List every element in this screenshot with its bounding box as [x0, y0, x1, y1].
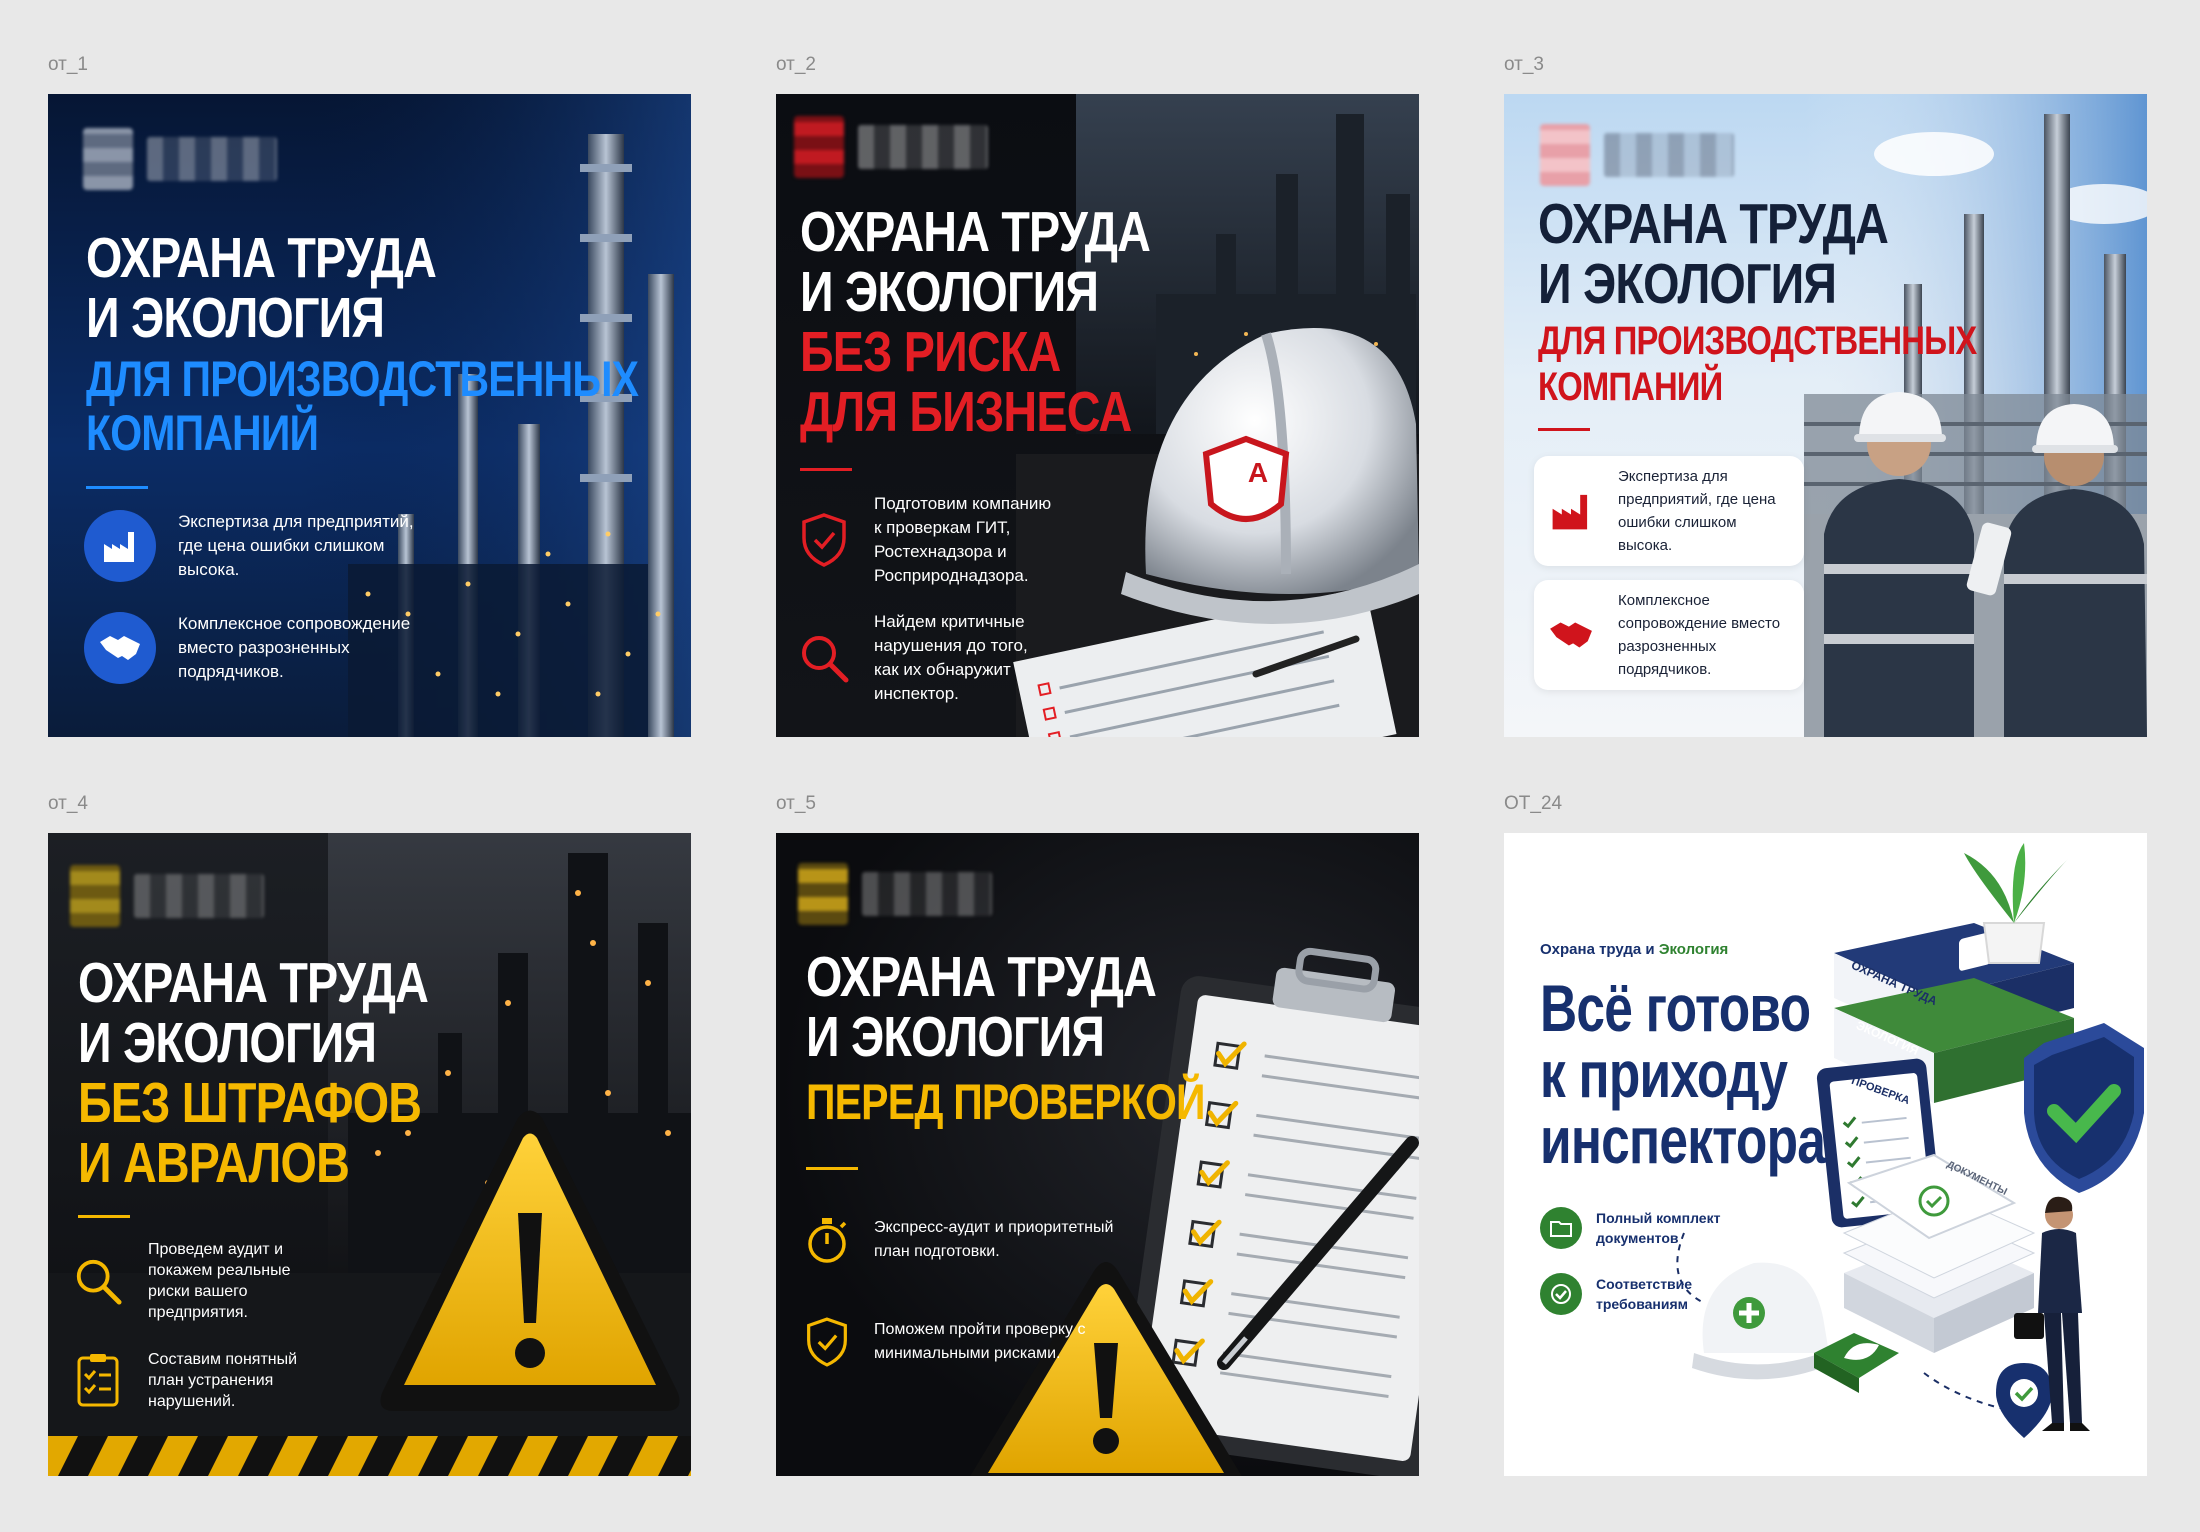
frame-ot4[interactable]: ОХРАНА ТРУДА И ЭКОЛОГИЯ БЕЗ ШТРАФОВ И АВ…: [48, 833, 691, 1476]
headline: ОХРАНА ТРУДА И ЭКОЛОГИЯ БЕЗ ШТРАФОВ И АВ…: [78, 951, 429, 1195]
checklist-icon: [70, 1345, 126, 1415]
shield-check-icon: [796, 505, 852, 575]
headline: ОХРАНА ТРУДА И ЭКОЛОГИЯ ПЕРЕД ПРОВЕРКОЙ: [806, 945, 1205, 1130]
frame-ot24[interactable]: ОХРАНА ТРУДА ЭКОЛОГИЯ ПРОВЕРКА ДОКУМЕНТЫ…: [1504, 833, 2147, 1476]
frame-label-ot24: ОТ_24: [1504, 793, 1563, 814]
frame-label-ot2: от_2: [776, 54, 816, 75]
kicker: Охрана труда и Экология: [1540, 941, 1729, 958]
feature-item: Экспертиза для предприятий, где цена оши…: [1534, 456, 1804, 566]
frame-label-ot3: от_3: [1504, 54, 1544, 75]
company-logo: [794, 116, 988, 178]
feature-item: Экспертиза для предприятий, где цена оши…: [84, 510, 438, 582]
divider: [806, 1167, 858, 1170]
frame-label-ot4: от_4: [48, 793, 88, 814]
company-logo: [1540, 124, 1734, 186]
frame-ot1[interactable]: ОХРАНА ТРУДА И ЭКОЛОГИЯ ДЛЯ ПРОИЗВОДСТВЕ…: [48, 94, 691, 737]
folder-icon: [1540, 1207, 1582, 1249]
feature-item: Составим понятный план устранения наруше…: [70, 1345, 308, 1415]
feature-item: Соответствие требованиям: [1540, 1273, 1736, 1315]
feature-item: Подготовим компанию к проверкам ГИТ, Рос…: [796, 492, 1054, 588]
divider: [78, 1215, 130, 1218]
handshake-icon: [84, 612, 156, 684]
magnifier-icon: [796, 623, 852, 693]
feature-item: Полный комплект документов: [1540, 1207, 1736, 1249]
feature-item: Найдем критичные нарушения до того, как …: [796, 610, 1044, 706]
headline: Всё готово к приходу инспектора: [1540, 971, 1826, 1177]
frame-label-ot1: от_1: [48, 54, 88, 75]
shield-check-icon: [802, 1307, 852, 1377]
headline: ОХРАНА ТРУДА И ЭКОЛОГИЯ ДЛЯ ПРОИЗВОДСТВЕ…: [1538, 192, 1977, 409]
feature-item: Комплексное сопровождение вместо разрозн…: [1534, 580, 1804, 690]
accent-headline: ДЛЯ ПРОИЗВОДСТВЕННЫХ: [1538, 319, 1977, 363]
frame-label-ot5: от_5: [776, 793, 816, 814]
feature-item: Поможем пройти проверку с минимальными р…: [802, 1307, 1094, 1377]
feature-item: Проведем аудит и покажем реальные риски …: [70, 1239, 316, 1323]
divider: [86, 486, 148, 489]
factory-icon: [84, 510, 156, 582]
headline: ОХРАНА ТРУДА И ЭКОЛОГИЯ ДЛЯ ПРОИЗВОДСТВЕ…: [86, 226, 639, 461]
company-logo: [70, 865, 264, 927]
accent-headline: ДЛЯ ПРОИЗВОДСТВЕННЫХ: [86, 351, 639, 407]
handshake-icon: [1546, 610, 1596, 660]
stopwatch-icon: [802, 1205, 852, 1275]
feature-item: Экспресс-аудит и приоритетный план подго…: [802, 1205, 1114, 1275]
accent-headline: БЕЗ ШТРАФОВ: [78, 1071, 422, 1135]
company-logo: [798, 863, 992, 925]
accent-headline: БЕЗ РИСКА: [800, 320, 1061, 384]
frame-ot5[interactable]: ОХРАНА ТРУДА И ЭКОЛОГИЯ ПЕРЕД ПРОВЕРКОЙ …: [776, 833, 1419, 1476]
frame-ot3[interactable]: ОХРАНА ТРУДА И ЭКОЛОГИЯ ДЛЯ ПРОИЗВОДСТВЕ…: [1504, 94, 2147, 737]
divider: [800, 468, 852, 471]
headline: ОХРАНА ТРУДА И ЭКОЛОГИЯ БЕЗ РИСКА ДЛЯ БИ…: [800, 200, 1151, 444]
divider: [1538, 428, 1590, 431]
helmet-emblem-letter: A: [1247, 457, 1269, 488]
feature-item: Комплексное сопровождение вместо разрозн…: [84, 612, 438, 684]
clipboard-warning-illustration: [970, 947, 1419, 1476]
accent-headline: ДЛЯ БИЗНЕСА: [800, 380, 1132, 444]
frame-ot2[interactable]: A ОХРАНА ТРУДА И ЭКОЛОГИЯ БЕЗ РИСКА ДЛЯ …: [776, 94, 1419, 737]
company-logo: [83, 128, 277, 190]
accent-headline: КОМПАНИЙ: [1538, 365, 1723, 409]
check-badge-icon: [1540, 1273, 1582, 1315]
factory-icon: [1546, 486, 1596, 536]
magnifier-icon: [70, 1241, 126, 1321]
accent-headline: КОМПАНИЙ: [86, 405, 319, 461]
accent-headline: ПЕРЕД ПРОВЕРКОЙ: [806, 1074, 1205, 1130]
accent-headline: И АВРАЛОВ: [78, 1131, 350, 1195]
